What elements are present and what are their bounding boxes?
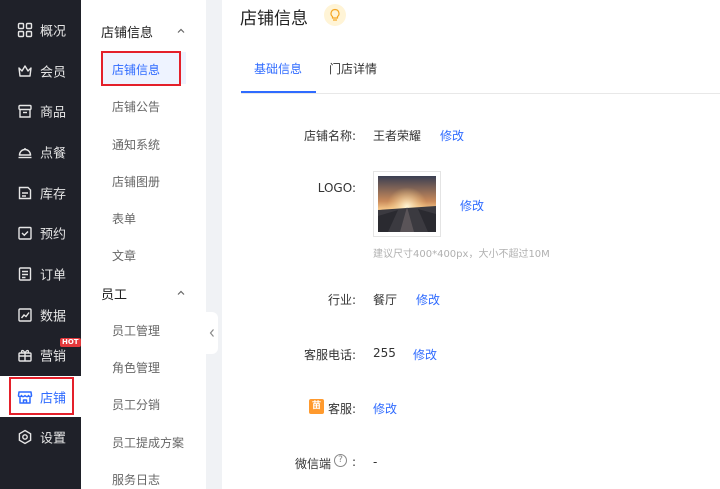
submenu-group-store-info[interactable]: 店铺信息 bbox=[101, 22, 153, 41]
shop-icon bbox=[17, 390, 33, 404]
submenu-item-commission[interactable]: 员工提成方案 bbox=[112, 434, 184, 451]
chevron-up-icon[interactable] bbox=[176, 288, 186, 298]
submenu-group-staff[interactable]: 员工 bbox=[101, 284, 127, 303]
nav-item-label: 店铺 bbox=[40, 391, 67, 406]
service-phone-value: 255 bbox=[373, 346, 396, 360]
nav-item-label: 概况 bbox=[40, 24, 67, 40]
wechat-colon: : bbox=[352, 455, 357, 469]
nav-item-overview[interactable]: 概况 bbox=[0, 10, 81, 50]
edit-customer-service-link[interactable]: 修改 bbox=[373, 400, 397, 417]
store-box-icon bbox=[18, 104, 32, 118]
help-question-icon[interactable]: ? bbox=[334, 454, 347, 467]
tabs-divider bbox=[241, 93, 720, 94]
nav-item-orders[interactable]: 订单 bbox=[0, 254, 81, 294]
wechat-value: - bbox=[373, 455, 378, 469]
submenu-item-gallery[interactable]: 店铺图册 bbox=[112, 173, 160, 190]
edit-phone-link[interactable]: 修改 bbox=[413, 346, 437, 363]
tab-store-details[interactable]: 门店详情 bbox=[329, 60, 377, 77]
nav-item-label: 商品 bbox=[40, 105, 67, 121]
nav-item-label: 订单 bbox=[40, 268, 67, 284]
service-phone-label: 客服电话: bbox=[303, 348, 356, 362]
nav-item-booking[interactable]: 预约 bbox=[0, 213, 81, 253]
store-name-value: 王者荣耀 bbox=[373, 129, 422, 143]
inventory-icon bbox=[18, 186, 32, 200]
customer-service-icon: 苗 bbox=[309, 399, 324, 414]
nav-item-label: 预约 bbox=[40, 227, 67, 243]
submenu-item-staff-distribution[interactable]: 员工分销 bbox=[112, 396, 160, 413]
nav-item-label: 数据 bbox=[40, 309, 67, 325]
calendar-check-icon bbox=[18, 226, 32, 240]
nav-item-label: 点餐 bbox=[40, 146, 67, 162]
submenu-item-notification[interactable]: 通知系统 bbox=[112, 136, 160, 153]
logo-image[interactable] bbox=[373, 171, 441, 237]
nav-item-label: 设置 bbox=[40, 431, 67, 447]
nav-item-members[interactable]: 会员 bbox=[0, 51, 81, 91]
submenu-item-store-info[interactable]: 店铺信息 bbox=[112, 61, 160, 78]
chevron-up-icon[interactable] bbox=[176, 26, 186, 36]
nav-item-label: 库存 bbox=[40, 187, 67, 203]
logo-thumbnail-image bbox=[378, 176, 436, 232]
nav-item-data[interactable]: 数据 bbox=[0, 295, 81, 335]
edit-industry-link[interactable]: 修改 bbox=[416, 291, 440, 308]
tab-basic-info[interactable]: 基础信息 bbox=[254, 60, 302, 77]
submenu-item-staff-manage[interactable]: 员工管理 bbox=[112, 322, 160, 339]
nav-item-inventory[interactable]: 库存 bbox=[0, 173, 81, 213]
tip-button[interactable] bbox=[324, 4, 346, 26]
lightbulb-icon bbox=[330, 8, 340, 21]
nav-item-products[interactable]: 商品 bbox=[0, 91, 81, 131]
hot-badge: HOT bbox=[60, 338, 81, 347]
industry-label: 行业: bbox=[327, 293, 356, 307]
submenu-item-article[interactable]: 文章 bbox=[112, 247, 136, 264]
edit-store-name-link[interactable]: 修改 bbox=[440, 127, 464, 144]
nav-item-label: 营销 bbox=[40, 349, 67, 365]
wechat-label: 微信端 bbox=[295, 457, 332, 471]
nav-item-label: 会员 bbox=[40, 65, 67, 81]
submenu-item-role-manage[interactable]: 角色管理 bbox=[112, 359, 160, 376]
nav-item-shop[interactable]: 店铺 bbox=[0, 376, 81, 417]
order-list-icon bbox=[18, 267, 32, 281]
chevron-left-icon bbox=[209, 329, 214, 337]
nav-item-ordering[interactable]: 点餐 bbox=[0, 132, 81, 172]
chart-icon bbox=[18, 308, 32, 322]
customer-service-label: 客服: bbox=[327, 402, 356, 416]
tab-active-indicator bbox=[241, 91, 316, 93]
grid-icon bbox=[17, 22, 33, 38]
crown-icon bbox=[18, 65, 32, 77]
logo-label: LOGO: bbox=[317, 181, 356, 195]
industry-value: 餐厅 bbox=[373, 293, 398, 307]
gear-icon bbox=[18, 429, 32, 445]
submenu-item-service-log[interactable]: 服务日志 bbox=[112, 471, 160, 488]
page-title: 店铺信息 bbox=[240, 9, 308, 29]
edit-logo-link[interactable]: 修改 bbox=[460, 197, 484, 214]
nav-item-marketing[interactable]: 营销 HOT bbox=[0, 335, 81, 375]
nav-item-settings[interactable]: 设置 bbox=[0, 417, 81, 457]
collapse-submenu-button[interactable] bbox=[206, 312, 218, 354]
store-name-label: 店铺名称: bbox=[303, 129, 356, 143]
main-nav: 概况 会员 商品 点餐 库存 预约 订单 数据 营销 HOT 店铺 设置 bbox=[0, 0, 81, 489]
logo-hint: 建议尺寸400*400px，大小不超过10M bbox=[373, 249, 550, 260]
dish-cover-icon bbox=[18, 148, 32, 159]
gift-icon bbox=[18, 349, 32, 362]
submenu-item-announcement[interactable]: 店铺公告 bbox=[112, 98, 160, 115]
submenu-item-form[interactable]: 表单 bbox=[112, 210, 136, 227]
